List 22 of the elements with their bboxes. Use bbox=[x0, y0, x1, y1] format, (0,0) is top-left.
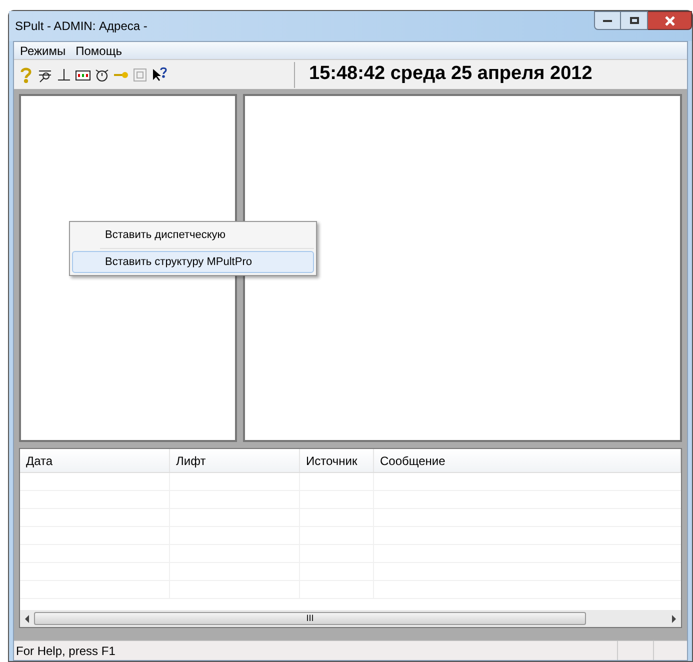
scroll-left-icon[interactable] bbox=[24, 614, 30, 622]
scroll-thumb[interactable]: III bbox=[34, 612, 586, 625]
menu-item[interactable]: Режимы bbox=[20, 42, 66, 60]
ground-icon[interactable] bbox=[56, 66, 72, 82]
window-title: SPult - ADMIN: Адреса - bbox=[15, 18, 148, 35]
close-icon bbox=[664, 16, 674, 26]
horizontal-scrollbar[interactable]: III bbox=[20, 610, 681, 627]
menu-item[interactable]: Помощь bbox=[76, 42, 122, 60]
clock-text: 15:48:42 среда 25 апреля 2012 bbox=[309, 62, 592, 86]
close-button[interactable] bbox=[648, 11, 692, 30]
menu-option[interactable]: Вставить диспетческую bbox=[72, 224, 314, 246]
column-header[interactable]: Дата bbox=[20, 449, 170, 472]
menu-option[interactable]: Вставить структуру MPultPro bbox=[72, 251, 314, 273]
help-pointer-icon[interactable] bbox=[151, 66, 167, 82]
minimize-button[interactable] bbox=[594, 11, 621, 30]
status-text: For Help, press F1 bbox=[15, 642, 116, 660]
maximize-button[interactable] bbox=[621, 11, 648, 30]
scroll-right-icon[interactable] bbox=[671, 614, 677, 622]
column-header[interactable]: Источник bbox=[300, 449, 374, 472]
column-header[interactable]: Сообщение bbox=[374, 449, 681, 472]
alarm-clock-icon[interactable] bbox=[94, 66, 110, 82]
column-header[interactable]: Лифт bbox=[170, 449, 300, 472]
